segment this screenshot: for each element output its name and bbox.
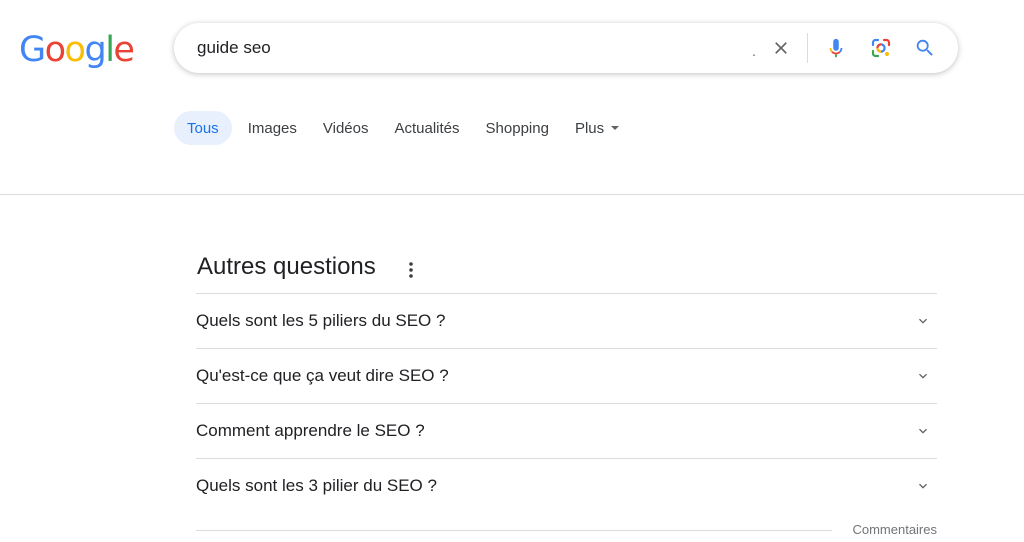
related-questions-header: Autres questions [196,248,937,293]
clear-search-button[interactable] [765,32,797,64]
feedback-link[interactable]: Commentaires [852,522,937,537]
tab-label: Images [247,119,297,137]
tab-label: Vidéos [322,119,369,137]
google-logo[interactable]: Google [19,30,135,70]
question-item[interactable]: Quels sont les 3 pilier du SEO ? [196,458,937,513]
related-questions: Autres questions Quels sont les 5 pilier… [196,248,937,537]
search-input[interactable] [197,36,717,60]
question-item[interactable]: Qu'est-ce que ça veut dire SEO ? [196,348,937,403]
header-divider [0,194,1024,195]
search-trailing-mark: . [752,43,756,59]
chevron-down-icon [919,483,927,489]
tab-shopping[interactable]: Shopping [473,111,562,145]
logo-letter: o [64,30,86,70]
tab-label: Tous [187,119,219,137]
tab-images[interactable]: Images [235,111,310,145]
tab-label: Actualités [394,119,460,137]
caret-down-icon [611,126,620,130]
logo-letter: o [44,30,66,70]
question-text: Comment apprendre le SEO ? [196,421,425,440]
search-submit-button[interactable] [909,32,941,64]
chevron-down-icon [919,373,927,379]
more-options-button[interactable] [401,260,421,280]
related-questions-title: Autres questions [197,253,376,280]
tab-all[interactable]: Tous [174,111,232,145]
voice-search-button[interactable] [820,32,852,64]
more-vert-icon [409,262,413,278]
microphone-icon [829,38,843,58]
search-icon [916,39,933,56]
search-tabs: Tous Images Vidéos Actualités Shopping P… [174,111,632,145]
related-questions-footer: Commentaires [196,513,937,537]
tab-more[interactable]: Plus [562,111,632,145]
search-box: . [174,23,958,73]
question-text: Qu'est-ce que ça veut dire SEO ? [196,366,449,385]
question-text: Quels sont les 3 pilier du SEO ? [196,476,437,495]
lens-search-button[interactable] [865,32,897,64]
tab-label: Shopping [485,119,549,137]
question-item[interactable]: Comment apprendre le SEO ? [196,403,937,458]
footer-divider [196,530,832,531]
tab-videos[interactable]: Vidéos [310,111,382,145]
question-text: Quels sont les 5 piliers du SEO ? [196,311,446,330]
logo-letter: g [84,30,106,70]
search-divider [807,33,808,63]
google-lens-icon [871,38,891,58]
chevron-down-icon [919,428,927,434]
logo-letter: G [19,30,46,70]
close-icon [775,42,787,54]
logo-letter: e [113,30,135,70]
chevron-down-icon [919,318,927,324]
question-item[interactable]: Quels sont les 5 piliers du SEO ? [196,293,937,348]
tab-news[interactable]: Actualités [381,111,472,145]
logo-letter: l [105,30,115,70]
tab-label: Plus [574,119,605,137]
